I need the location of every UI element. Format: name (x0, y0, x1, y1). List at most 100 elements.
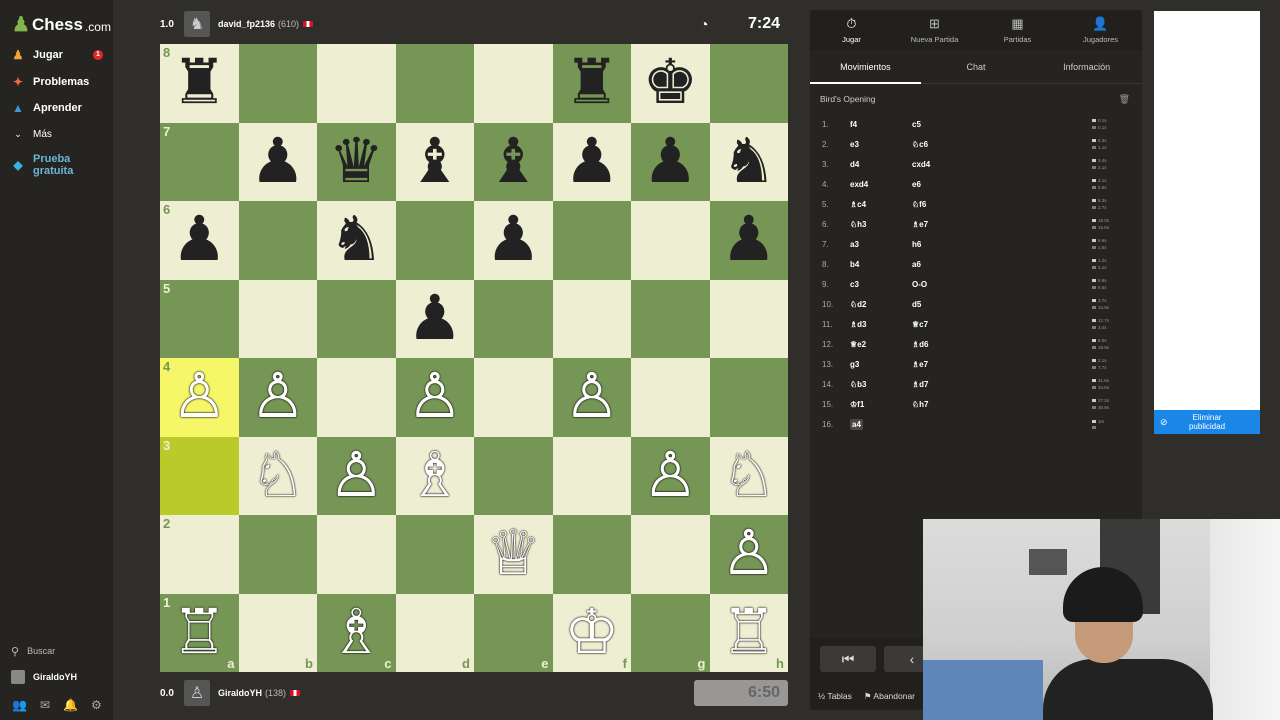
sidebar-item-mas[interactable]: ⌄ Más (0, 122, 113, 149)
black-move[interactable]: h6 (912, 240, 1092, 249)
square-b3[interactable]: ♘ (238, 436, 317, 515)
square-b7[interactable]: ♟ (238, 122, 317, 201)
square-g8[interactable]: ♚ (631, 44, 710, 123)
sidebar-item-trial[interactable]: ◆ Prueba gratuita (0, 148, 113, 182)
square-e4[interactable] (474, 358, 553, 437)
square-h8[interactable] (709, 44, 788, 123)
trash-icon[interactable]: 🗑 (1119, 94, 1130, 105)
square-e1[interactable]: e (474, 593, 553, 672)
square-c7[interactable]: ♛ (317, 122, 396, 201)
white-move[interactable]: ♘b3 (850, 380, 912, 389)
white-move[interactable]: exd4 (850, 180, 912, 189)
square-g5[interactable] (631, 279, 710, 358)
square-e7[interactable]: ♝ (474, 122, 553, 201)
square-b8[interactable] (238, 44, 317, 123)
square-f6[interactable] (552, 201, 631, 280)
square-h5[interactable] (709, 279, 788, 358)
square-e6[interactable]: ♟ (474, 201, 553, 280)
square-e3[interactable] (474, 436, 553, 515)
square-h2[interactable]: ♙ (709, 515, 788, 594)
square-d7[interactable]: ♝ (395, 122, 474, 201)
friends-icon[interactable]: 👥 (12, 698, 27, 712)
square-b1[interactable]: b (238, 593, 317, 672)
square-f1[interactable]: f ♔ (552, 593, 631, 672)
square-g3[interactable]: ♙ (631, 436, 710, 515)
square-g6[interactable] (631, 201, 710, 280)
black-king[interactable]: ♚ (642, 52, 698, 114)
square-h6[interactable]: ♟ (709, 201, 788, 280)
search-button[interactable]: ⚲ Buscar (0, 638, 113, 664)
square-g1[interactable]: g (631, 593, 710, 672)
white-rook[interactable]: ♖ (721, 601, 777, 664)
white-king[interactable]: ♔ (564, 601, 620, 664)
square-c4[interactable] (317, 358, 396, 437)
square-h4[interactable] (709, 358, 788, 437)
resign-button[interactable]: ⚑ Abandonar (864, 691, 915, 702)
square-a5[interactable]: 5 (160, 279, 239, 358)
square-a1[interactable]: 1 a ♖ (160, 593, 239, 672)
square-c5[interactable] (317, 279, 396, 358)
square-g7[interactable]: ♟ (631, 122, 710, 201)
square-d2[interactable] (395, 515, 474, 594)
square-h3[interactable]: ♘ (709, 436, 788, 515)
white-pawn[interactable]: ♙ (564, 366, 620, 428)
gear-icon[interactable]: ⚙ (91, 698, 102, 712)
tab-informacion[interactable]: Información (1031, 50, 1142, 83)
white-pawn[interactable]: ♙ (642, 444, 698, 507)
square-f8[interactable]: ♜ (552, 44, 631, 123)
black-pawn[interactable]: ♟ (250, 130, 306, 193)
square-e8[interactable] (474, 44, 553, 123)
black-move[interactable]: a6 (912, 260, 1092, 269)
white-move[interactable]: a3 (850, 240, 912, 249)
white-move[interactable]: ♘d2 (850, 300, 912, 309)
white-move[interactable]: ♕e2 (850, 340, 912, 349)
remove-ad-button[interactable]: ⊘ Eliminar publicidad (1154, 410, 1260, 434)
square-e5[interactable] (474, 279, 553, 358)
top-player-name[interactable]: david_fp2136 (218, 19, 275, 29)
black-rook[interactable]: ♜ (171, 52, 227, 114)
square-a3[interactable]: 3 (160, 436, 239, 515)
black-move[interactable]: cxd4 (912, 160, 1092, 169)
bell-icon[interactable]: 🔔 (63, 698, 78, 712)
black-move[interactable]: O-O (912, 280, 1092, 289)
white-move[interactable]: b4 (850, 260, 912, 269)
white-pawn[interactable]: ♙ (407, 366, 463, 428)
square-b5[interactable] (238, 279, 317, 358)
tab-chat[interactable]: Chat (921, 50, 1032, 83)
square-a7[interactable]: 7 (160, 122, 239, 201)
square-f7[interactable]: ♟ (552, 122, 631, 201)
top-player-avatar[interactable]: ♞ (184, 11, 210, 37)
nav-jugadores[interactable]: 👤 Jugadores (1059, 10, 1142, 50)
square-c3[interactable]: ♙ (317, 436, 396, 515)
square-e2[interactable]: ♕ (474, 515, 553, 594)
square-f5[interactable] (552, 279, 631, 358)
white-knight[interactable]: ♘ (250, 444, 306, 507)
square-c1[interactable]: c ♗ (317, 593, 396, 672)
square-f3[interactable] (552, 436, 631, 515)
square-a2[interactable]: 2 (160, 515, 239, 594)
square-b4[interactable]: ♙ (238, 358, 317, 437)
white-pawn[interactable]: ♙ (171, 366, 227, 428)
bottom-player-name[interactable]: GiraldoYH (218, 688, 262, 698)
black-move[interactable]: ♘c6 (912, 140, 1092, 149)
user-profile-link[interactable]: GiraldoYH (0, 664, 113, 690)
square-g4[interactable] (631, 358, 710, 437)
black-bishop[interactable]: ♝ (407, 130, 463, 193)
white-move[interactable]: d4 (850, 160, 912, 169)
black-move[interactable]: ♗e7 (912, 220, 1092, 229)
nav-jugar[interactable]: ⏱ Jugar (810, 10, 893, 50)
first-move-button[interactable]: ⏮ (820, 646, 876, 672)
white-pawn[interactable]: ♙ (250, 366, 306, 428)
black-rook[interactable]: ♜ (564, 52, 620, 114)
white-pawn[interactable]: ♙ (328, 444, 384, 507)
black-pawn[interactable]: ♟ (564, 130, 620, 193)
square-c6[interactable]: ♞ (317, 201, 396, 280)
black-move[interactable]: c5 (912, 120, 1092, 129)
square-d8[interactable] (395, 44, 474, 123)
black-pawn[interactable]: ♟ (407, 287, 463, 350)
chess-board[interactable]: 8 ♜ ♜ ♚ 7 ♟ ♛ ♝ ♝ ♟ ♟ ♞ 6 ♟ ♞ ♟ ♟ 5 ♟ 4 ♙ ♙ ♙ ♙ 3 ♘ ♙ ♗ ♙ ♘ 2 ♕ ♙ 1 a ♖ b c ♗ d… (160, 44, 788, 672)
square-d1[interactable]: d (395, 593, 474, 672)
black-move[interactable]: ♕c7 (912, 320, 1092, 329)
square-f2[interactable] (552, 515, 631, 594)
white-move[interactable]: ♘h3 (850, 220, 912, 229)
